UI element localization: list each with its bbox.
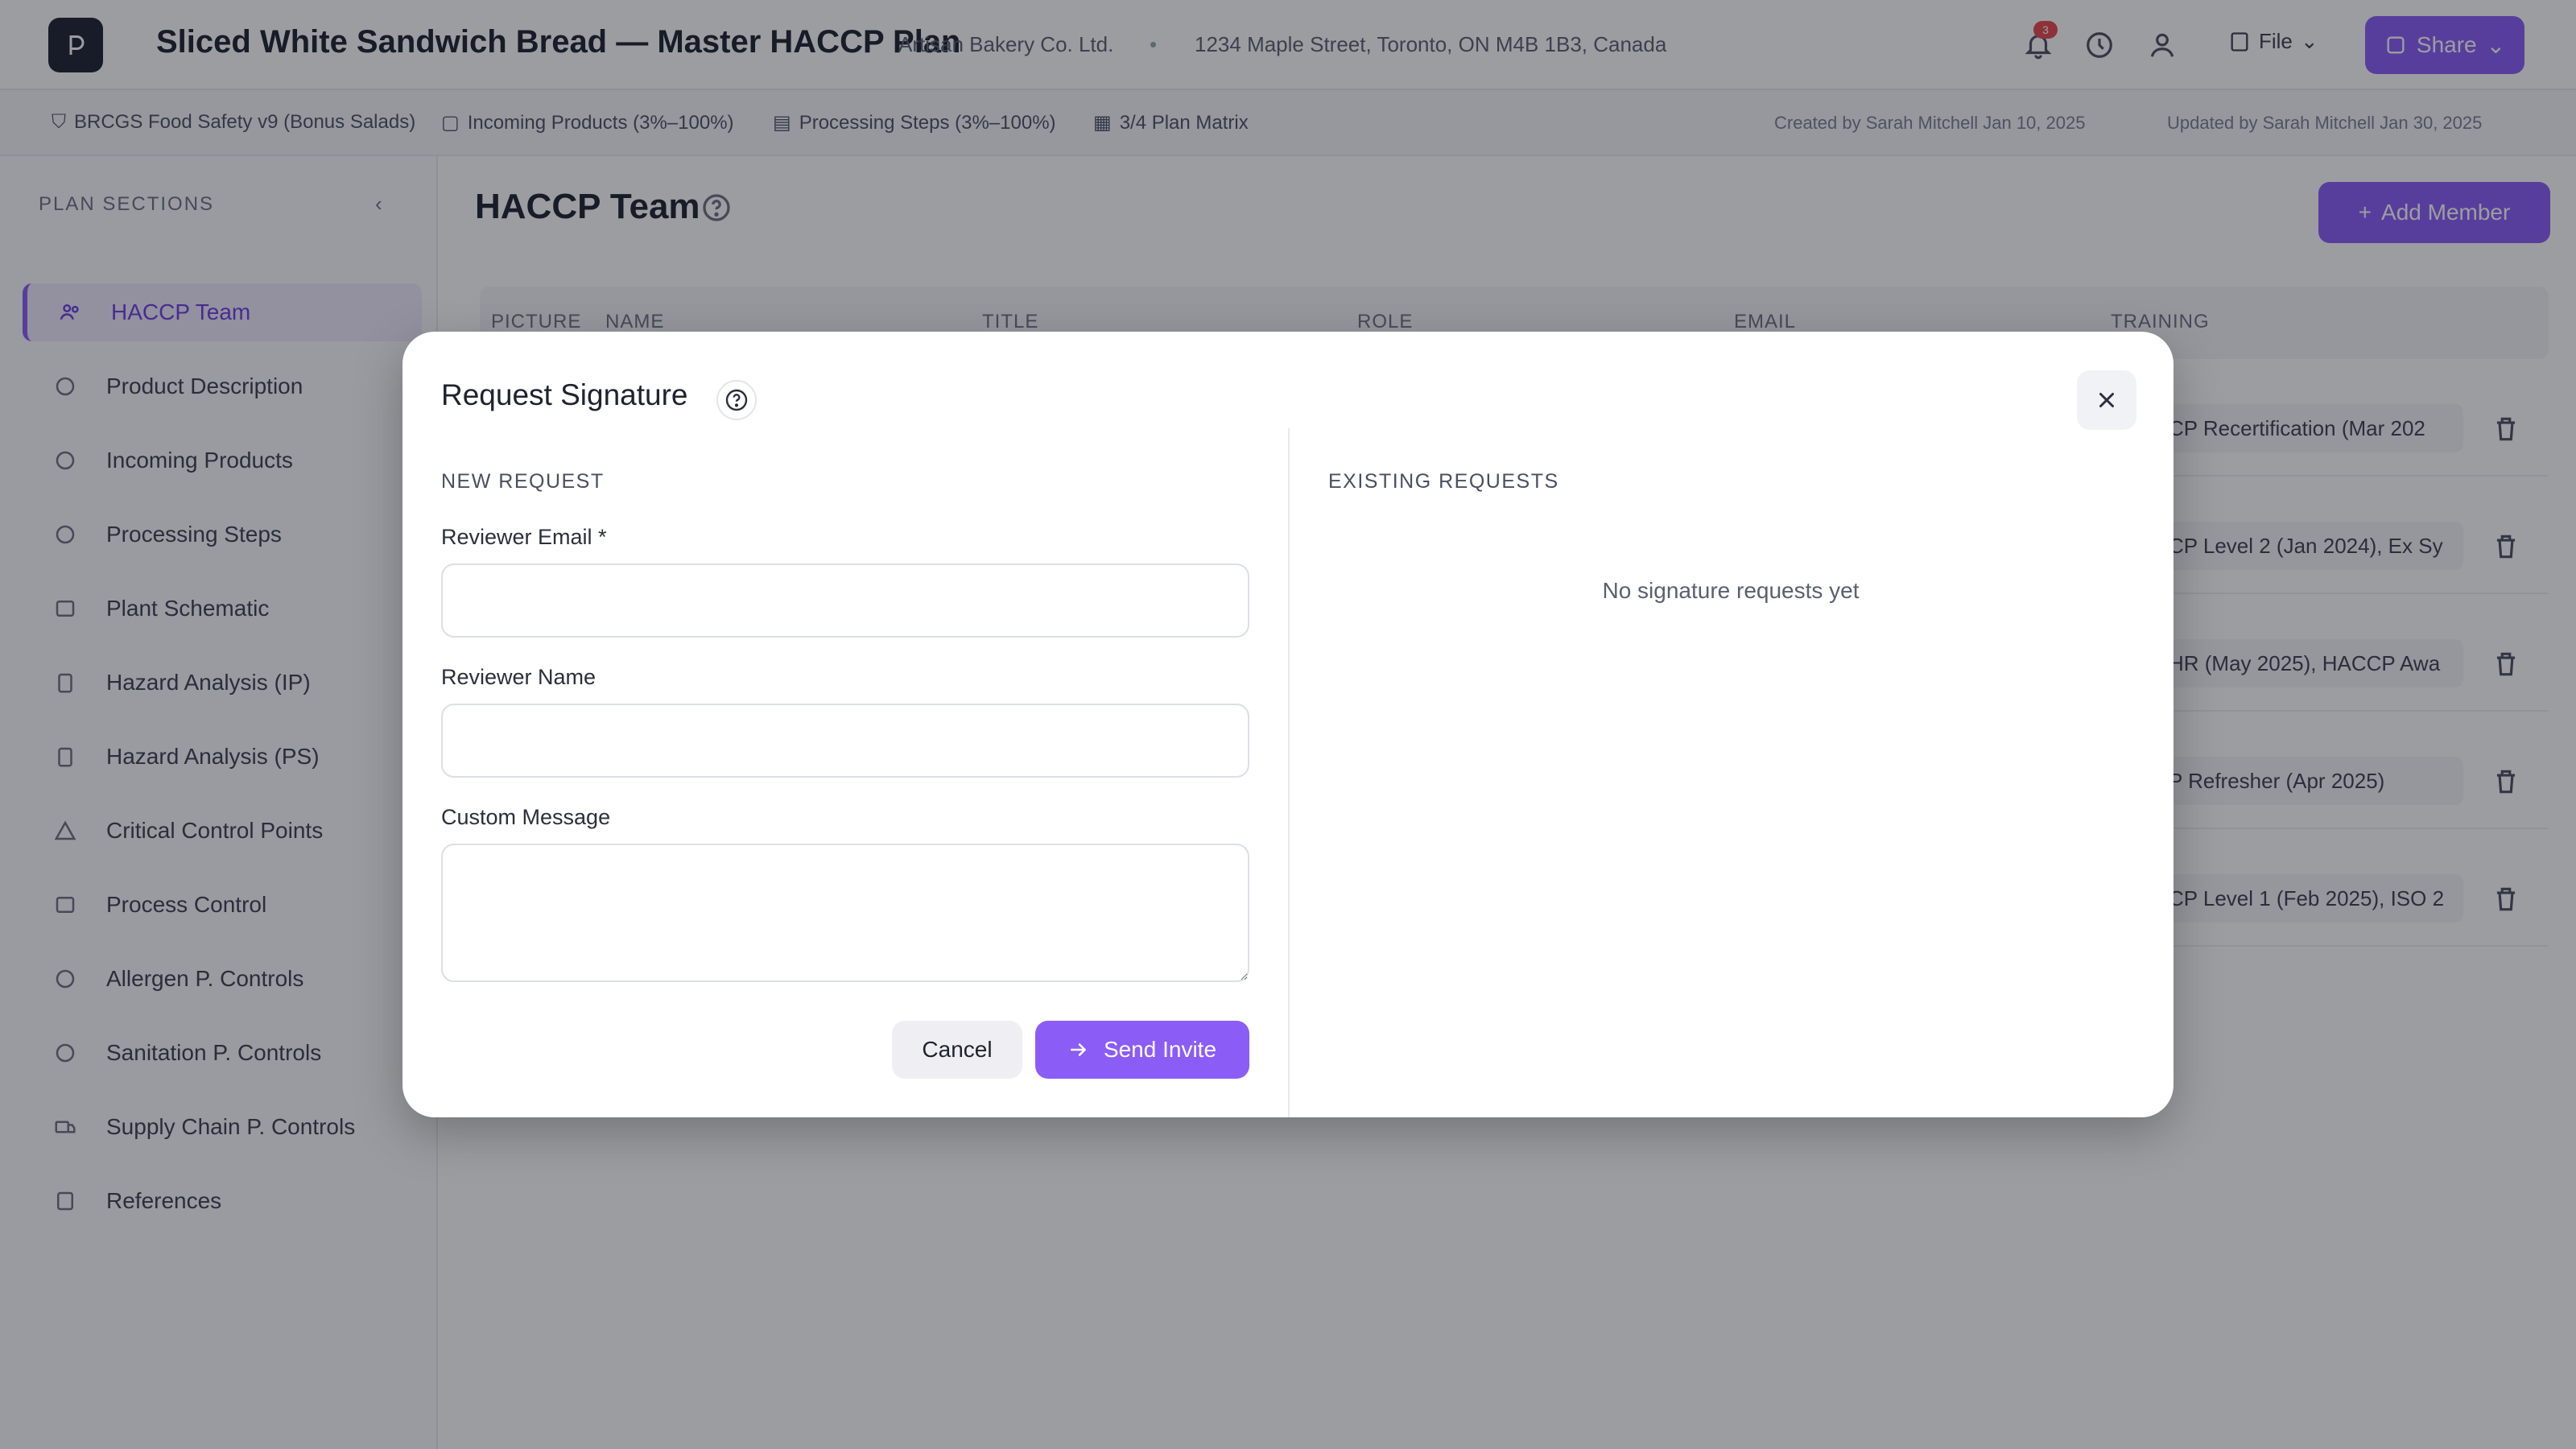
close-button[interactable] (2077, 370, 2136, 430)
reviewer-email-label: Reviewer Email * (441, 525, 607, 549)
cancel-button[interactable]: Cancel (892, 1021, 1022, 1079)
send-invite-button[interactable]: Send Invite (1035, 1021, 1249, 1079)
empty-state-message: No signature requests yet (1602, 578, 1860, 603)
existing-requests-heading: EXISTING REQUESTS (1328, 470, 1559, 493)
new-request-heading: NEW REQUEST (441, 470, 605, 493)
reviewer-name-input[interactable] (441, 704, 1249, 778)
help-icon (725, 389, 748, 411)
dialog-title: Request Signature (441, 378, 688, 411)
reviewer-email-input[interactable] (441, 564, 1249, 638)
reviewer-name-label: Reviewer Name (441, 665, 597, 689)
custom-message-label: Custom Message (441, 805, 611, 829)
close-icon (2099, 393, 2114, 407)
send-invite-label: Send Invite (1103, 1037, 1217, 1062)
existing-requests-panel (1290, 428, 2174, 1117)
dialog-header: Request Signature (402, 332, 2174, 430)
arrow-right-icon (1070, 1043, 1086, 1056)
custom-message-textarea[interactable] (441, 844, 1249, 982)
help-button[interactable] (716, 380, 757, 420)
